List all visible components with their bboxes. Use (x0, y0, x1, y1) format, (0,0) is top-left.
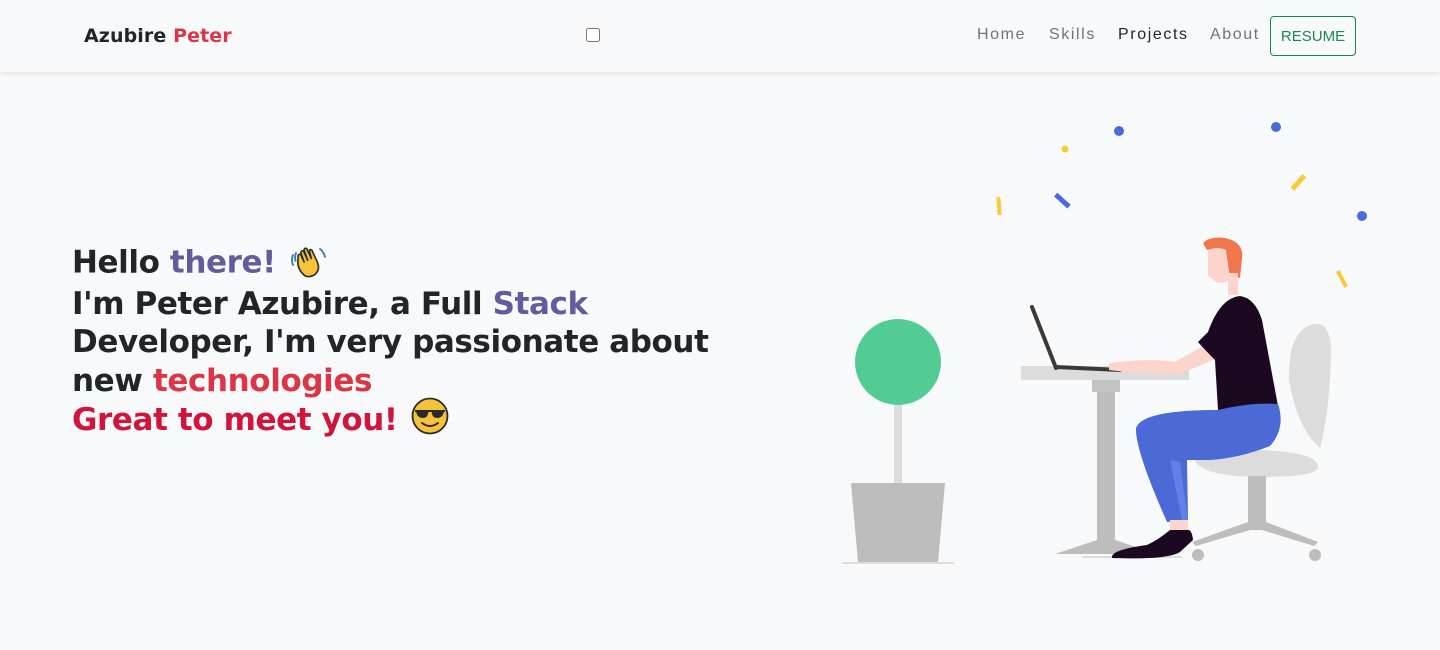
laptop (1030, 305, 1122, 372)
hero-hello-line: Hello there! (72, 243, 772, 285)
navbar: Azubire Peter Home Skills Projects About… (0, 0, 1440, 72)
intro-part-1: I'm Peter Azubire, a Full (72, 285, 493, 322)
resume-button[interactable]: RESUME (1270, 16, 1356, 56)
hero-intro-text: I'm Peter Azubire, a Full Stack Develope… (72, 285, 772, 401)
nav-link-about[interactable]: About (1210, 26, 1260, 44)
hero-intro: Hello there! I'm Peter Azubire, a Full S… (72, 243, 772, 400)
nav-link-projects[interactable]: Projects (1118, 26, 1189, 44)
technologies-text: technologies (152, 362, 373, 399)
developer-illustration (842, 122, 1367, 564)
nav-link-skills[interactable]: Skills (1049, 26, 1096, 44)
greet-line: Great to meet you! (72, 396, 450, 444)
nav-link-home[interactable]: Home (977, 26, 1026, 44)
potted-plant (842, 319, 954, 564)
smiling-face-with-sunglasses-icon (410, 396, 450, 444)
waving-hand-icon (286, 243, 328, 285)
there-text: there! (169, 244, 276, 281)
hello-text: Hello (72, 244, 170, 281)
greet-text: Great to meet you! (72, 402, 398, 438)
nav-links: Home Skills Projects About (0, 0, 1440, 72)
stack-text: Stack (492, 285, 588, 322)
confetti-decoration (996, 122, 1367, 288)
